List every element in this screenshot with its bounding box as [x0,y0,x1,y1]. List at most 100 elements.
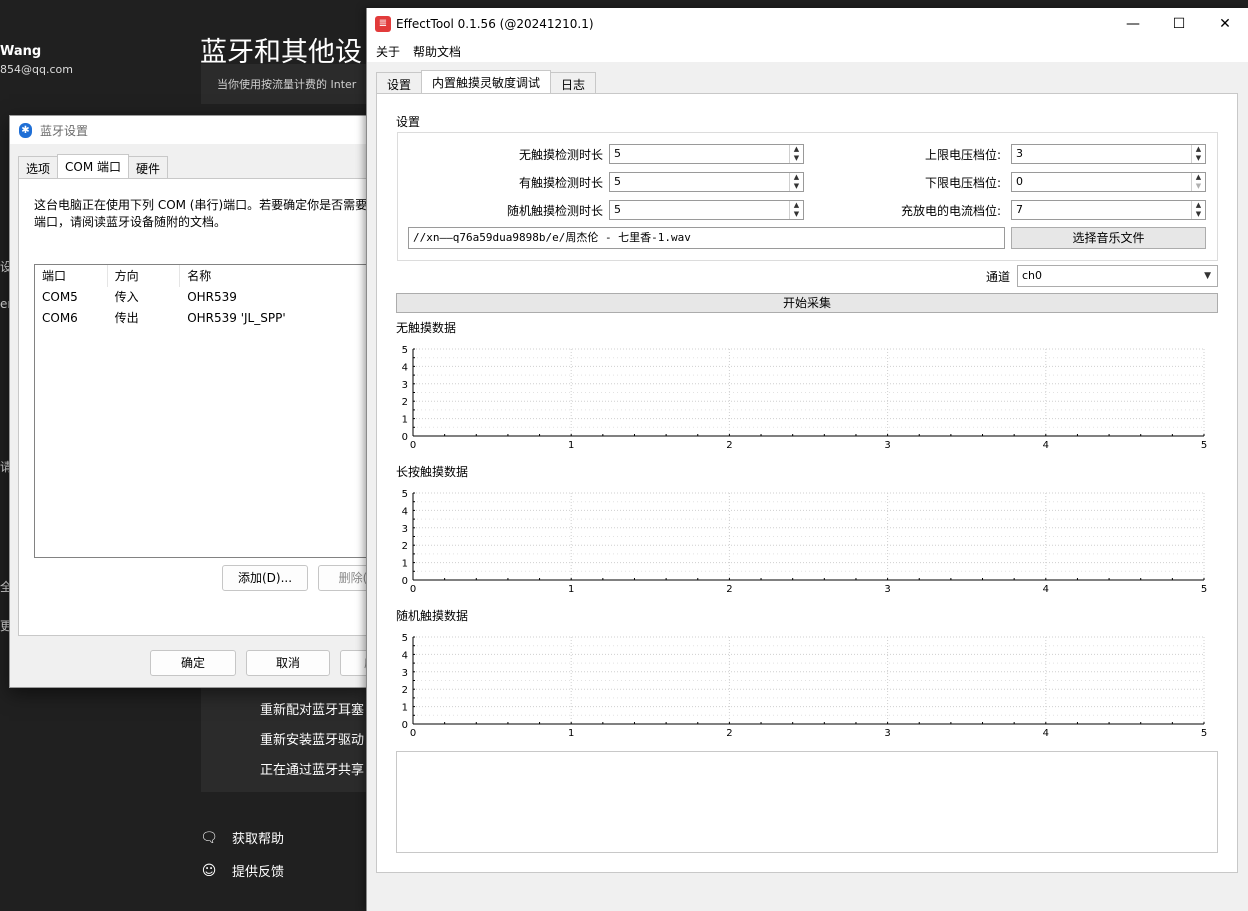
channel-select[interactable]: ch0 ▼ [1017,265,1218,287]
table-row[interactable]: COM5 传入 OHR539 [35,287,368,308]
y-tick-label: 1 [402,559,408,570]
channel-label: 通道 [985,270,1010,284]
no-touch-duration-spinbox[interactable]: 5 ▲ ▼ [609,144,804,164]
column-direction[interactable]: 方向 [108,265,181,287]
window-title: EffectTool 0.1.56 (@20241210.1) [396,17,594,31]
port-cell: COM6 [42,311,78,325]
choose-music-file-button[interactable]: 选择音乐文件 [1011,227,1206,249]
chevron-down-icon[interactable]: ▼ [790,210,803,219]
dialog-titlebar[interactable]: ✱ 蓝牙设置 [10,116,368,144]
settings-group-label: 设置 [396,115,421,129]
tab-log[interactable]: 日志 [550,72,597,93]
x-tick-label: 3 [884,440,890,451]
remove-port-button[interactable]: 删除( [318,565,368,591]
x-tick-label: 1 [568,440,574,451]
spin-arrows[interactable]: ▲ ▼ [789,173,803,191]
cancel-button[interactable]: 取消 [246,650,330,676]
ok-button[interactable]: 确定 [150,650,236,676]
y-tick-label: 3 [402,524,408,535]
feedback-link[interactable]: ☺ 提供反馈 [200,861,284,881]
chevron-down-icon[interactable]: ▼ [790,154,803,163]
x-tick-label: 4 [1043,440,1049,451]
chart-svg: 0 1 2 3 4 5 0 1 2 3 4 5 [402,489,1208,595]
x-tick-label: 1 [568,728,574,739]
dialog-title: 蓝牙设置 [40,123,89,138]
spin-arrows[interactable]: ▲ ▼ [1191,201,1205,219]
y-tick-label: 4 [402,362,408,373]
window-controls: — ☐ ✕ [1110,8,1248,40]
tab-settings[interactable]: 设置 [376,72,423,93]
tab-com-ports[interactable]: COM 端口 [57,154,130,178]
music-file-path-input[interactable]: //xn——q76a59dua9898b/e/周杰伦 - 七里香-1.wav [408,227,1005,249]
menu-bar: 关于 帮助文档 [367,40,1248,62]
main-tabs: 设置 内置触摸灵敏度调试 日志 [376,70,597,93]
spin-arrows[interactable]: ▲ ▼ [1191,173,1205,191]
menu-about[interactable]: 关于 [376,43,400,60]
link-reinstall-driver[interactable]: 重新安装蓝牙驱动 [260,729,364,748]
com-port-list[interactable]: 端口 方向 名称 COM5 传入 OHR539 COM6 传出 OHR539 '… [34,264,368,558]
upper-voltage-spinbox[interactable]: 3 ▲ ▼ [1011,144,1206,164]
tab-hardware[interactable]: 硬件 [128,156,169,178]
user-email: 854@qq.com [0,63,73,76]
app-icon: ≣ [375,16,391,32]
close-icon[interactable]: ✕ [1202,8,1248,40]
get-help-link[interactable]: 🗨 获取帮助 [200,828,285,848]
chevron-down-icon[interactable]: ▼ [1192,210,1205,219]
apply-button[interactable]: 应 [340,650,368,676]
add-port-button[interactable]: 添加(D)... [222,565,308,591]
spin-value: 5 [614,175,621,188]
current-level-spinbox[interactable]: 7 ▲ ▼ [1011,200,1206,220]
link-repair-earbuds[interactable]: 重新配对蓝牙耳塞 [260,699,364,718]
chevron-up-icon[interactable]: ▲ [1192,145,1205,154]
list-header: 端口 方向 名称 [35,265,368,287]
chevron-up-icon[interactable]: ▲ [790,201,803,210]
effecttool-window: ≣ EffectTool 0.1.56 (@20241210.1) — ☐ ✕ … [366,8,1248,911]
spin-arrows[interactable]: ▲ ▼ [789,145,803,163]
maximize-icon[interactable]: ☐ [1156,8,1202,40]
x-tick-label: 0 [410,584,416,595]
tab-options[interactable]: 选项 [18,156,59,178]
chevron-down-icon[interactable]: ▼ [1192,182,1205,191]
touch-duration-spinbox[interactable]: 5 ▲ ▼ [609,172,804,192]
chevron-up-icon[interactable]: ▲ [790,173,803,182]
user-name: Wang [0,44,42,59]
name-cell: OHR539 [187,290,237,304]
y-tick-label: 5 [402,633,408,644]
window-titlebar[interactable]: ≣ EffectTool 0.1.56 (@20241210.1) — ☐ ✕ [367,8,1248,40]
random-touch-duration-spinbox[interactable]: 5 ▲ ▼ [609,200,804,220]
chart-long-press: 0 1 2 3 4 5 0 1 2 3 4 5 [397,483,1218,601]
y-tick-label: 3 [402,668,408,679]
spin-value: 5 [614,203,621,216]
x-tick-label: 5 [1201,584,1207,595]
y-tick-label: 2 [402,541,408,552]
column-name[interactable]: 名称 [180,265,368,287]
chevron-up-icon[interactable]: ▲ [1192,173,1205,182]
start-capture-button[interactable]: 开始采集 [396,293,1218,313]
touch-sensitivity-panel: 设置 无触摸检测时长 5 ▲ ▼ 有触摸检测时长 5 ▲ ▼ 随机触摸检测时长 5 … [376,93,1238,873]
x-tick-label: 0 [410,440,416,451]
y-tick-label: 2 [402,685,408,696]
direction-cell: 传出 [114,311,139,325]
minimize-icon[interactable]: — [1110,8,1156,40]
y-tick-label: 1 [402,415,408,426]
chevron-down-icon[interactable]: ▼ [790,182,803,191]
chevron-down-icon[interactable]: ▼ [1192,154,1205,163]
lower-voltage-spinbox[interactable]: 0 ▲ ▼ [1011,172,1206,192]
menu-help-docs[interactable]: 帮助文档 [413,43,461,60]
column-port[interactable]: 端口 [35,265,108,287]
chart-svg: 0 1 2 3 4 5 0 1 2 3 4 5 [402,345,1208,451]
chart-svg: 0 1 2 3 4 5 0 1 2 3 4 5 [402,633,1208,739]
table-row[interactable]: COM6 传出 OHR539 'JL_SPP' [35,308,368,329]
x-tick-label: 3 [884,584,890,595]
spin-arrows[interactable]: ▲ ▼ [1191,145,1205,163]
get-help-label: 获取帮助 [232,832,285,847]
y-tick-label: 4 [402,506,408,517]
log-output-textarea[interactable] [396,751,1218,853]
spin-arrows[interactable]: ▲ ▼ [789,201,803,219]
tab-touch-sensitivity[interactable]: 内置触摸灵敏度调试 [421,70,552,93]
x-tick-label: 2 [726,440,732,451]
chevron-up-icon[interactable]: ▲ [1192,201,1205,210]
x-tick-label: 5 [1201,440,1207,451]
link-bluetooth-sharing[interactable]: 正在通过蓝牙共享 [260,759,364,778]
chevron-up-icon[interactable]: ▲ [790,145,803,154]
